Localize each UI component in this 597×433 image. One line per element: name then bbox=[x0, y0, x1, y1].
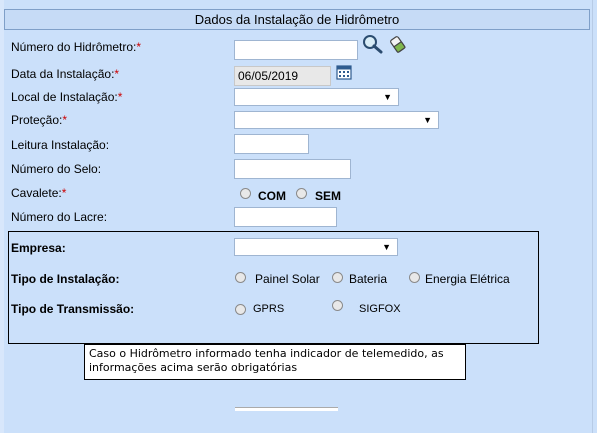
data-instalacao-input[interactable]: 06/05/2019 bbox=[234, 66, 331, 86]
partial-input[interactable] bbox=[235, 407, 338, 411]
numero-selo-input[interactable] bbox=[234, 159, 351, 179]
local-instalacao-label: Local de Instalação:* bbox=[11, 90, 123, 104]
numero-lacre-label: Número do Lacre: bbox=[11, 210, 108, 224]
search-icon[interactable] bbox=[362, 34, 384, 54]
form-title: Dados da Instalação de Hidrômetro bbox=[4, 9, 590, 30]
energia-eletrica-label: Energia Elétrica bbox=[425, 272, 510, 286]
painel-solar-radio[interactable] bbox=[235, 272, 246, 283]
dropdown-arrow-icon: ▼ bbox=[423, 115, 432, 125]
telemedido-note: Caso o Hidrômetro informado tenha indica… bbox=[84, 344, 466, 380]
local-instalacao-select[interactable]: ▼ bbox=[234, 88, 399, 106]
numero-selo-label: Número do Selo: bbox=[11, 162, 102, 176]
sigfox-label: SIGFOX bbox=[359, 303, 401, 315]
bateria-radio[interactable] bbox=[332, 272, 343, 283]
gprs-radio[interactable] bbox=[235, 304, 246, 315]
protecao-select[interactable]: ▼ bbox=[234, 111, 439, 129]
cavalete-com-label: COM bbox=[258, 189, 286, 203]
cavalete-label: Cavalete:* bbox=[11, 186, 67, 200]
sigfox-radio[interactable] bbox=[332, 300, 343, 311]
tipo-instalacao-label: Tipo de Instalação: bbox=[11, 272, 120, 286]
protecao-label: Proteção:* bbox=[11, 113, 68, 127]
eraser-icon[interactable] bbox=[389, 34, 407, 54]
leitura-instalacao-input[interactable] bbox=[234, 134, 309, 154]
dropdown-arrow-icon: ▼ bbox=[382, 242, 391, 252]
cavalete-sem-label: SEM bbox=[315, 189, 342, 203]
numero-hidrometro-input[interactable] bbox=[234, 40, 358, 60]
dropdown-arrow-icon: ▼ bbox=[383, 92, 392, 102]
tipo-transmissao-label: Tipo de Transmissão: bbox=[11, 302, 135, 316]
empresa-label: Empresa: bbox=[11, 241, 66, 255]
leitura-instalacao-label: Leitura Instalação: bbox=[11, 138, 110, 152]
cavalete-sem-radio[interactable] bbox=[296, 188, 307, 199]
empresa-select[interactable]: ▼ bbox=[234, 238, 398, 256]
painel-solar-label: Painel Solar bbox=[255, 272, 320, 286]
energia-eletrica-radio[interactable] bbox=[409, 272, 420, 283]
bateria-label: Bateria bbox=[349, 272, 388, 286]
cavalete-com-radio[interactable] bbox=[240, 188, 251, 199]
data-instalacao-label: Data da Instalação:* bbox=[11, 67, 120, 81]
numero-hidrometro-label: Número do Hidrômetro:* bbox=[11, 40, 142, 54]
calendar-icon[interactable] bbox=[336, 65, 352, 80]
gprs-label: GPRS bbox=[253, 303, 285, 315]
numero-lacre-input[interactable] bbox=[234, 207, 337, 227]
